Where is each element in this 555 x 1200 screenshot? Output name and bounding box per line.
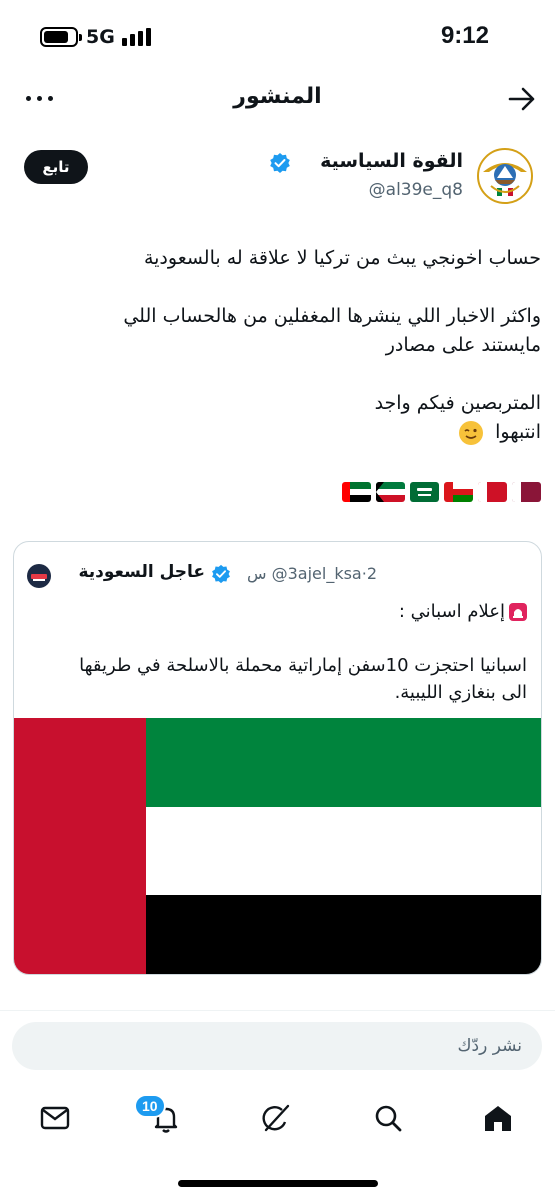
quoted-post-body: إعلام اسباني : اسبانيا احتجزت 10سفن إمار… (27, 598, 527, 706)
verified-badge-icon (212, 564, 230, 584)
author-name[interactable]: القوة السياسية (320, 150, 463, 172)
quoted-post-header: عاجل السعودية @3ajel_ksa·2 س (27, 562, 527, 588)
quoted-post-meta: @3ajel_ksa·2 س (247, 564, 377, 583)
post-line: حساب اخونجي يبث من تركيا لا علاقة له بال… (143, 247, 541, 269)
quoted-line: الى بنغازي الليبية. (394, 682, 527, 703)
uae-flag-icon (342, 482, 371, 502)
quoted-line: اسبانيا احتجزت 10سفن إماراتية محملة بالا… (79, 655, 527, 676)
post-line: انتبهوا (495, 421, 541, 443)
signal-icon (122, 28, 152, 46)
network-type: 5G (86, 26, 115, 48)
flag-white-band (146, 807, 541, 895)
qatar-flag-icon (512, 482, 541, 502)
follow-button[interactable]: تابع (24, 150, 88, 184)
author-avatar[interactable] (477, 148, 533, 204)
quoted-author-avatar[interactable] (27, 564, 51, 588)
nav-messages[interactable] (37, 1100, 73, 1136)
nav-grok[interactable] (258, 1100, 294, 1136)
winking-face-icon (459, 420, 484, 445)
arrow-right-icon (508, 87, 535, 111)
grok-icon (262, 1104, 290, 1132)
post-line-with-emoji: انتبهوا (11, 418, 541, 447)
quoted-post[interactable]: عاجل السعودية @3ajel_ksa·2 س إعلام اسبان… (13, 541, 542, 975)
flag-black-band (146, 895, 541, 974)
bahrain-flag-icon (478, 482, 507, 502)
nav-home[interactable] (480, 1100, 516, 1136)
bottom-nav (0, 1088, 555, 1148)
quoted-author-name[interactable]: عاجل السعودية (78, 562, 205, 582)
status-bar: 5G 9:12 (0, 0, 555, 72)
post-body: حساب اخونجي يبث من تركيا لا علاقة له بال… (11, 244, 541, 447)
divider (0, 1010, 555, 1011)
flag-red-band (14, 718, 146, 974)
top-header: المنشور (0, 72, 555, 130)
quoted-line: إعلام اسباني : (398, 601, 505, 622)
saudi-flag-icon (410, 482, 439, 502)
mail-icon (40, 1106, 70, 1130)
oman-flag-icon (444, 482, 473, 502)
status-time: 9:12 (440, 22, 489, 49)
post-line: واكثر الاخبار اللي ينشرها المغفلين من ها… (123, 305, 541, 327)
quoted-media-uae-flag[interactable] (14, 718, 541, 974)
nav-search[interactable] (370, 1100, 406, 1136)
post-line: مايستند على مصادر (385, 334, 541, 356)
reply-input[interactable] (12, 1022, 542, 1070)
author-handle[interactable]: @al39e_q8 (369, 180, 463, 200)
verified-badge-icon (270, 153, 290, 173)
battery-icon (40, 27, 82, 47)
siren-icon (509, 603, 527, 621)
home-indicator (178, 1180, 378, 1187)
post-line: المتربصين فيكم واجد (374, 392, 541, 414)
home-icon (485, 1106, 511, 1131)
flag-green-band (146, 718, 541, 807)
back-button[interactable] (507, 86, 537, 112)
emblem-logo-icon (477, 148, 533, 204)
search-icon (375, 1105, 402, 1132)
kuwait-flag-icon (376, 482, 405, 502)
gcc-flags (342, 482, 541, 504)
quoted-handle: @3ajel_ksa (271, 564, 362, 583)
page-title: المنشور (233, 84, 322, 109)
notifications-count-badge: 10 (134, 1094, 166, 1118)
